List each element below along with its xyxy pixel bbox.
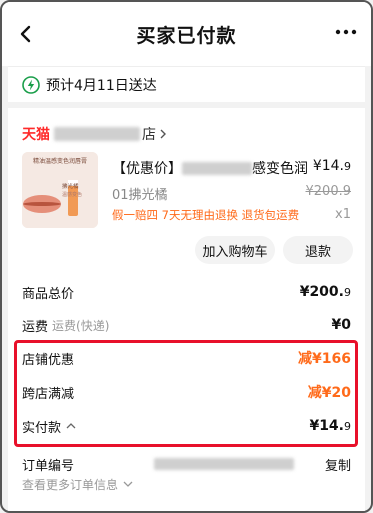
chevron-down-icon xyxy=(123,481,133,487)
thumb-shade: 拂光橘 xyxy=(62,182,79,190)
page-title: 买家已付款 xyxy=(136,24,237,47)
order-id-redacted xyxy=(154,458,295,470)
cross-store-row: 跨店满减 减¥20 xyxy=(22,382,351,402)
paid-value-int: ¥14. xyxy=(309,418,344,434)
delivery-text: 预计4月11日送达 xyxy=(46,77,157,94)
product-price-dec: 9 xyxy=(344,160,351,173)
paid-label: 实付款 xyxy=(22,420,62,436)
more-order-info[interactable]: 查看更多订单信息 xyxy=(22,474,351,494)
delivery-estimate: 预计4月11日送达 xyxy=(8,66,365,102)
lipstick-image: 精油温感变色润唇膏 拂光橘 温感变色 xyxy=(22,152,98,228)
order-id-row: 订单编号 复制 xyxy=(22,454,351,474)
shipping-row: 运费 运费(快递) ¥0 xyxy=(22,315,351,335)
order-card: 天猫 店 精油温感变色润唇膏 拂光橘 温感变色 【优惠价】 感变色润 ¥14.9… xyxy=(8,108,365,511)
total-value-dec: 9 xyxy=(344,286,351,299)
cross-store-label: 跨店满减 xyxy=(22,386,75,402)
thumb-caption: 精油温感变色润唇膏 xyxy=(33,157,87,165)
product-title-redacted xyxy=(182,161,252,175)
store-link[interactable]: 天猫 店 xyxy=(22,124,168,144)
total-row: 商品总价 ¥200.9 xyxy=(22,282,351,302)
product-variant: 01拂光橘 xyxy=(112,188,168,203)
product-price: ¥14.9 xyxy=(313,158,351,174)
add-to-cart-button[interactable]: 加入购物车 xyxy=(195,236,275,264)
chevron-right-icon xyxy=(160,129,166,139)
tmall-logo: 天猫 xyxy=(22,127,50,143)
top-bar: 买家已付款 xyxy=(2,2,371,66)
total-value: ¥200.9 xyxy=(300,284,351,300)
product-title[interactable]: 【优惠价】 感变色润 xyxy=(112,158,308,178)
paid-value: ¥14.9 xyxy=(309,418,351,434)
product-price-int: ¥14. xyxy=(312,158,344,174)
thumb-tag: 温感变色 xyxy=(62,191,82,198)
copy-button[interactable]: 复制 xyxy=(325,455,351,474)
cross-store-value: 减¥20 xyxy=(307,385,351,401)
total-label: 商品总价 xyxy=(22,286,75,302)
store-discount-row: 店铺优惠 减¥166 xyxy=(22,348,351,368)
total-value-int: ¥200. xyxy=(299,284,344,300)
paid-value-dec: 9 xyxy=(344,420,351,433)
store-name-redacted xyxy=(54,127,140,141)
shipping-sub: 运费(快递) xyxy=(52,318,110,333)
service-tags: 假一赔四 7天无理由退换 退货包运费 xyxy=(112,208,300,222)
order-id-label: 订单编号 xyxy=(22,458,75,474)
more-order-info-label: 查看更多订单信息 xyxy=(22,477,119,492)
product-original-price: ¥200.9 xyxy=(305,184,352,199)
paid-row[interactable]: 实付款 ¥14.9 xyxy=(22,416,351,436)
product-title-prefix: 【优惠价】 xyxy=(112,161,182,177)
product-title-suffix: 感变色润 xyxy=(252,161,308,177)
app-frame: 买家已付款 预计4月11日送达 天猫 店 精油温感变色润唇膏 拂光橘 温感变色 … xyxy=(0,0,373,513)
more-icon[interactable] xyxy=(335,28,357,36)
lightning-icon xyxy=(22,75,40,94)
store-discount-label: 店铺优惠 xyxy=(22,352,75,368)
refund-button[interactable]: 退款 xyxy=(283,236,353,264)
product-thumbnail[interactable]: 精油温感变色润唇膏 拂光橘 温感变色 xyxy=(22,152,98,228)
product-quantity: x1 xyxy=(335,207,351,222)
chevron-up-icon[interactable] xyxy=(66,422,76,430)
shipping-label: 运费 xyxy=(22,319,49,335)
store-name-suffix: 店 xyxy=(142,127,156,143)
back-arrow-icon[interactable] xyxy=(16,24,36,44)
shipping-value: ¥0 xyxy=(331,317,351,333)
store-discount-value: 减¥166 xyxy=(298,351,351,367)
